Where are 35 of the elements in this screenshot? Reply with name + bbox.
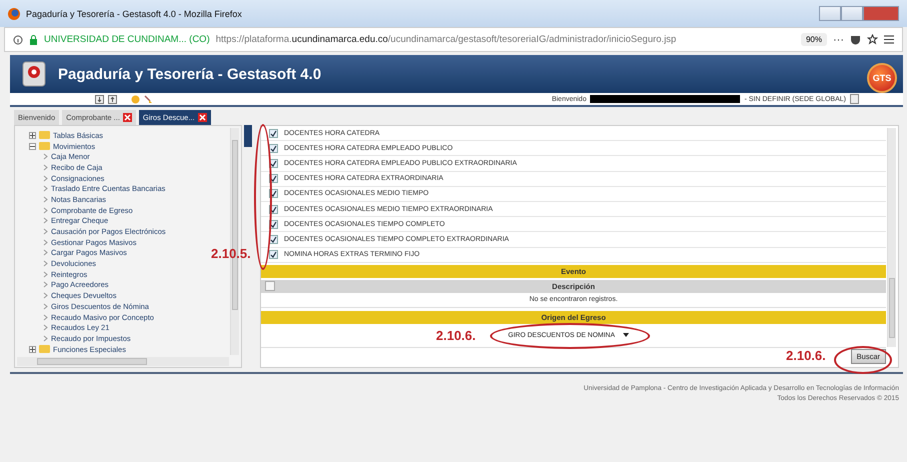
star-icon[interactable] [867,34,878,45]
annotation-ellipse [834,346,892,374]
info-icon[interactable] [13,34,23,44]
expand-icon[interactable] [29,346,36,353]
close-icon[interactable] [198,113,207,122]
folder-icon [39,142,50,150]
folder-icon [39,131,50,140]
zoom-indicator[interactable]: 90% [800,33,827,46]
close-icon[interactable] [122,113,132,122]
logout-icon[interactable] [850,94,859,104]
app-title: Pagaduría y Tesorería - Gestasoft 4.0 [58,66,322,82]
menu-icon[interactable] [884,35,894,44]
scrollbar[interactable] [887,128,896,347]
collapse-icon[interactable] [29,142,36,150]
checkbox[interactable] [269,128,278,138]
checkbox[interactable] [265,281,275,292]
step-annotation: 2.10.6. [786,348,826,363]
url-field[interactable]: https://plataforma.ucundinamarca.edu.co/ucundinamarca/gestasoft/tesoreriaIG/administrador/inicioSeguro.jsp [216,34,795,45]
broom-icon[interactable] [144,94,153,104]
page-actions-button[interactable]: ··· [833,34,844,46]
window-title: Pagaduría y Tesorería - Gestasoft 4.0 - Mozilla Firefox [26,8,242,18]
checkbox[interactable] [269,250,278,260]
pocket-icon[interactable] [850,34,861,44]
step-annotation: 2.10.5. [211,246,251,261]
folder-icon [39,345,50,354]
expand-icon[interactable] [29,132,36,139]
browser-icon [8,8,20,20]
upload-icon[interactable] [108,94,117,104]
scrollbar[interactable] [17,357,229,366]
download-icon[interactable] [95,94,104,104]
safe-icon [22,61,46,87]
caret-icon [622,333,629,338]
step-annotation: 2.10.6. [436,328,476,343]
lock-icon [29,34,38,44]
checkbox[interactable] [269,144,278,153]
